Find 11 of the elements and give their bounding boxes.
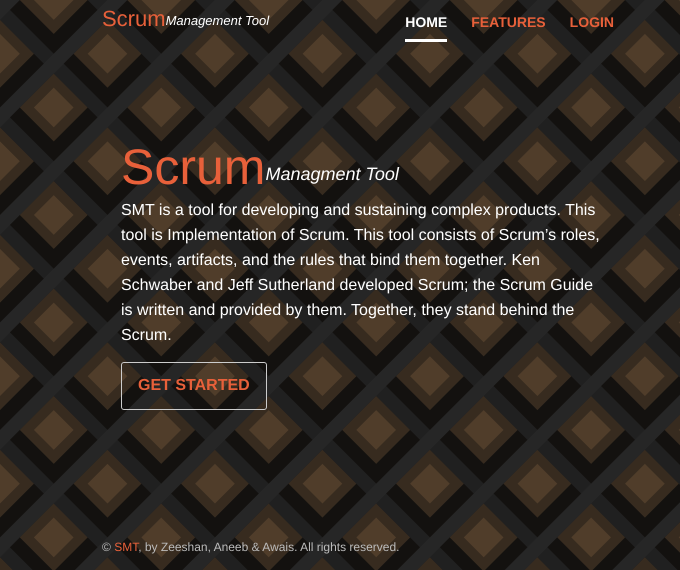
get-started-button[interactable]: GET STARTED: [121, 362, 267, 410]
smt-link[interactable]: SMT: [114, 540, 138, 554]
copyright-text: © SMT, by Zeeshan, Aneeb & Awais. All rights reserved.: [102, 540, 400, 554]
hero-subtitle: Managment Tool: [265, 163, 399, 186]
brand-tagline: Management Tool: [166, 12, 270, 30]
nav-link[interactable]: HOME: [405, 8, 448, 42]
hero-description: SMT is a tool for developing and sustaining complex products. This tool is Implementation of Scrum. This tool consists of Scrum’s roles, events, artifacts, and the rules that bind them together. Ken Schwaber and Jeff Sutherland developed Scrum; the Scrum Guide is written and provided by them. Together, they stand behind the Scrum.: [121, 201, 601, 346]
nav-link[interactable]: LOGIN: [570, 8, 614, 42]
brand-name[interactable]: Scrum: [102, 8, 166, 30]
hero-title: Scrum: [121, 142, 266, 192]
nav-link[interactable]: FEATURES: [471, 8, 546, 42]
